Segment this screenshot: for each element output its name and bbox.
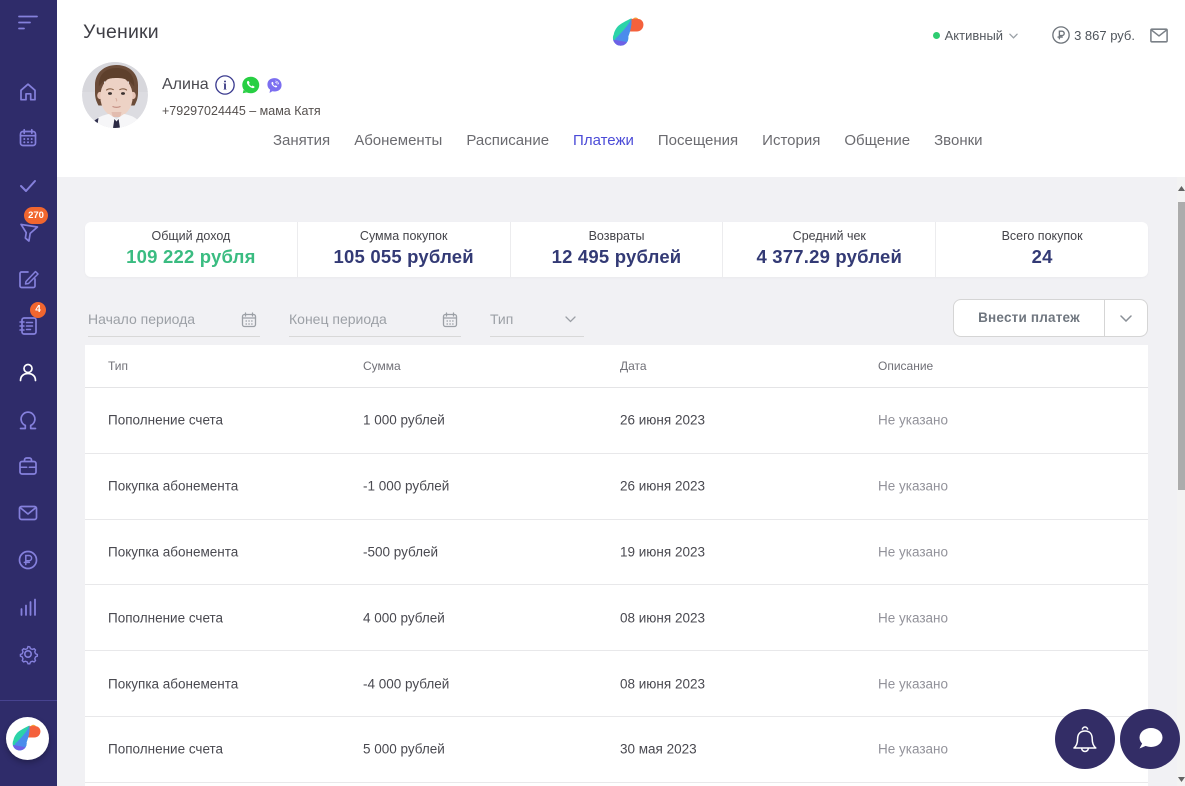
svg-text:i: i	[223, 78, 227, 92]
